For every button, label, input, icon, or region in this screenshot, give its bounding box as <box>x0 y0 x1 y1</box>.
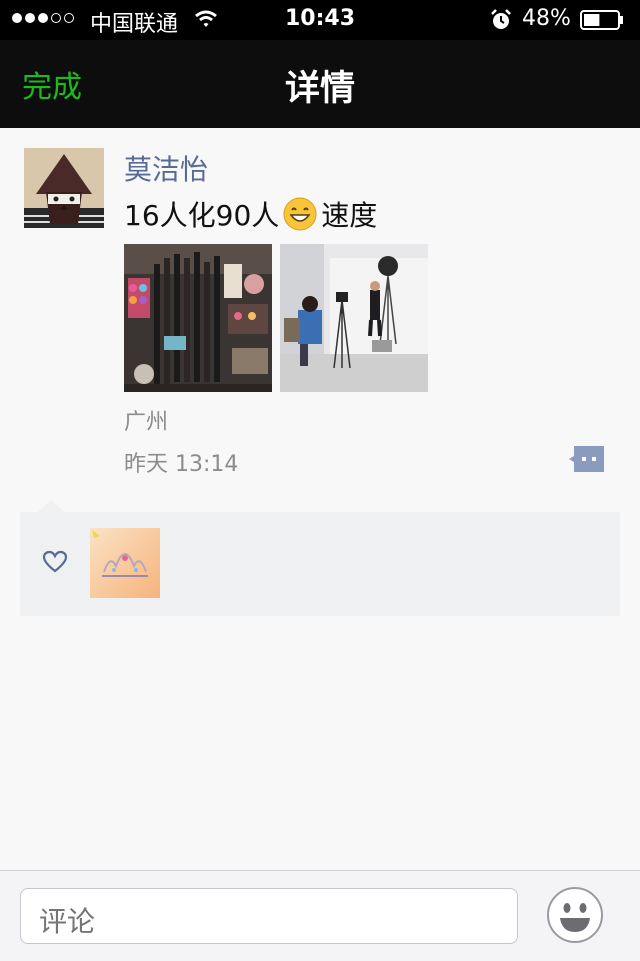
battery-percentage: 48% <box>522 6 571 31</box>
user-avatar[interactable] <box>24 148 104 228</box>
likes-pointer <box>38 500 64 512</box>
comment-menu-icon[interactable] <box>568 444 606 474</box>
navigation-bar: 完成 详情 <box>0 40 640 128</box>
status-bar: 中国联通 10:43 48% <box>0 0 640 40</box>
post-timestamp: 昨天 13:14 <box>124 452 239 477</box>
post-text-part-2: 速度 <box>321 199 378 232</box>
grinning-face-emoji-icon <box>283 197 317 231</box>
post-photo-makeup[interactable] <box>124 244 272 392</box>
post-text: 16人化90人 速度 <box>124 194 377 234</box>
heart-icon <box>42 550 68 573</box>
battery-icon <box>580 10 623 30</box>
emoji-button-icon[interactable] <box>546 886 604 944</box>
page-title: 详情 <box>284 69 355 109</box>
alarm-clock-icon <box>491 9 511 29</box>
post-text-part-1: 16人化90人 <box>124 199 280 232</box>
post-photo-studio[interactable] <box>280 244 428 392</box>
liker-avatar[interactable] <box>90 528 160 598</box>
post-author-name[interactable]: 莫洁怡 <box>124 148 208 188</box>
comment-input[interactable] <box>20 888 518 944</box>
post-location[interactable]: 广州 <box>124 404 168 436</box>
